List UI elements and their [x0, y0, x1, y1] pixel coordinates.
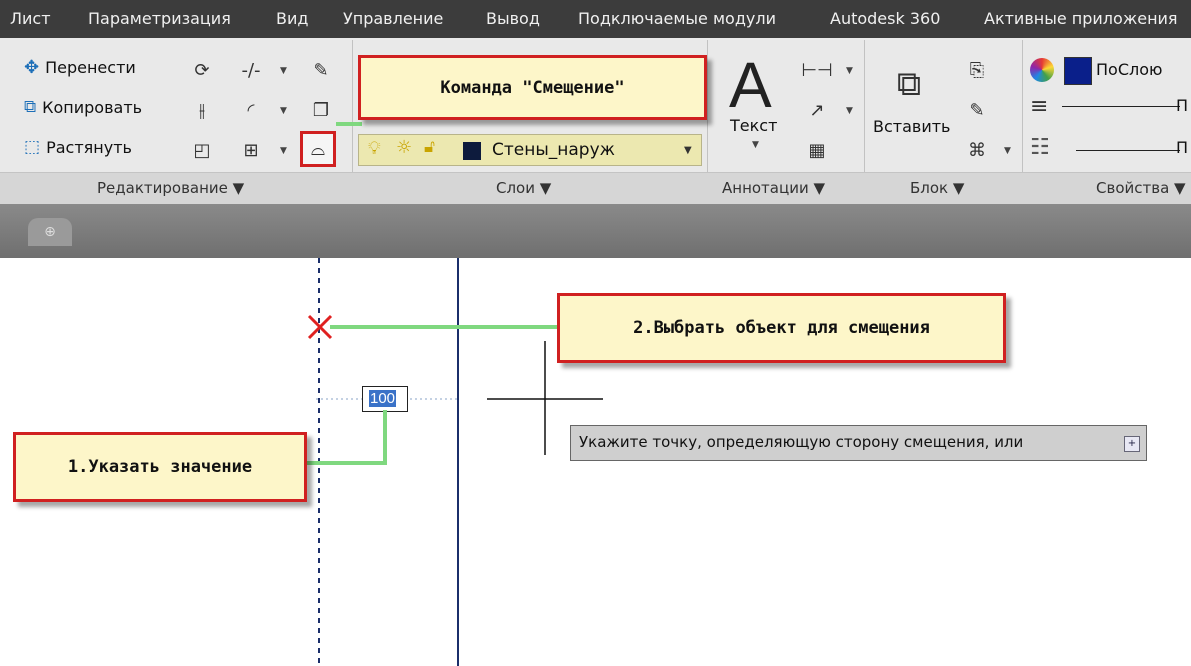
edit-block-icon[interactable]: ✎ — [962, 95, 992, 125]
text-icon[interactable]: A — [729, 48, 772, 122]
chevron-down-icon[interactable]: ▼ — [280, 106, 287, 116]
panel-title-bar: Редактирование ▼ Слои ▼ Аннотации ▼ Блок… — [0, 172, 1191, 205]
scale-icon[interactable]: ◰ — [187, 135, 217, 165]
mirror-icon[interactable]: ⫲ — [187, 95, 217, 125]
layer-color-swatch — [463, 142, 481, 160]
panel-title-properties[interactable]: Свойства ▼ — [1096, 179, 1186, 197]
array-icon[interactable]: ⊞ — [236, 135, 266, 165]
panel-title-modify[interactable]: Редактирование ▼ — [97, 179, 244, 197]
leader-line — [302, 461, 387, 465]
chevron-down-icon[interactable]: ▼ — [846, 106, 853, 116]
callout-enter-value-text: 1.Указать значение — [67, 457, 253, 477]
linetype-value[interactable]: П — [1176, 138, 1188, 157]
callout-offset-command: Команда "Смещение" — [358, 55, 707, 120]
file-tab-strip: ⊕ — [0, 204, 1191, 258]
block-attribute-icon[interactable]: ⌘ — [962, 135, 992, 165]
copy-icon: ⧉ — [24, 97, 37, 117]
dynamic-input-prompt: Укажите точку, определяющую сторону смещ… — [570, 425, 1147, 461]
offset-distance-value: 100 — [369, 390, 397, 407]
lineweight-line — [1062, 106, 1180, 107]
lineweight-icon[interactable]: ≡ — [1030, 94, 1048, 119]
linetype-line — [1076, 150, 1180, 151]
leader-line — [336, 122, 362, 126]
menu-item-parametric[interactable]: Параметризация — [88, 9, 231, 28]
chevron-down-icon[interactable]: ▼ — [1004, 146, 1011, 156]
menu-item-output[interactable]: Вывод — [486, 9, 540, 28]
stretch-icon: ⬚ — [24, 137, 41, 157]
menu-item-plugins[interactable]: Подключаемые модули — [578, 9, 776, 28]
plus-icon: ⊕ — [44, 224, 56, 240]
new-tab-button[interactable]: ⊕ — [28, 218, 72, 246]
panel-title-block[interactable]: Блок ▼ — [910, 179, 964, 197]
callout-offset-command-text: Команда "Смещение" — [440, 77, 625, 98]
stretch-label: Растянуть — [46, 137, 132, 157]
offset-distance-input[interactable]: 100 — [362, 386, 408, 412]
unlock-icon[interactable]: 🔓︎ — [424, 137, 435, 157]
lineweight-value[interactable]: П — [1176, 96, 1188, 115]
chevron-down-icon[interactable]: ▼ — [684, 145, 692, 156]
color-swatch — [1064, 57, 1092, 85]
menu-item-active-apps[interactable]: Активные приложения — [984, 9, 1178, 28]
leader-icon[interactable]: ↗ — [802, 95, 832, 125]
move-label: Перенести — [45, 58, 136, 77]
offset-icon[interactable]: ⌓ — [300, 131, 336, 167]
trim-icon[interactable]: -/- — [236, 55, 266, 85]
sun-icon[interactable]: ☼ — [396, 137, 412, 158]
linetype-icon[interactable]: ☷ — [1030, 135, 1050, 160]
move-button[interactable]: ✥ Перенести — [24, 57, 136, 78]
fillet-icon[interactable]: ◜ — [236, 95, 266, 125]
stretch-button[interactable]: ⬚ Растянуть — [24, 137, 132, 157]
panel-title-annotation[interactable]: Аннотации ▼ — [722, 179, 825, 197]
erase-icon[interactable]: ✎ — [306, 55, 336, 85]
table-icon[interactable]: ▦ — [802, 135, 832, 165]
insert-block-icon[interactable]: ⧉ — [884, 62, 934, 106]
rotate-icon[interactable]: ⟳ — [187, 55, 217, 85]
dimension-icon[interactable]: ⊢⊣ — [801, 55, 832, 85]
menu-item-sheet[interactable]: Лист — [10, 9, 51, 28]
chevron-down-icon[interactable]: ▼ — [846, 66, 853, 76]
lightbulb-icon[interactable]: 💡︎ — [368, 138, 381, 159]
panel-title-layers[interactable]: Слои ▼ — [496, 179, 551, 197]
color-wheel-icon[interactable] — [1030, 58, 1054, 82]
leader-line — [330, 325, 558, 329]
copy-button[interactable]: ⧉ Копировать — [24, 97, 142, 117]
move-icon: ✥ — [24, 57, 40, 78]
callout-select-object-text: 2.Выбрать объект для смещения — [633, 318, 930, 338]
explode-icon[interactable]: ❐ — [306, 95, 336, 125]
copy-label: Копировать — [42, 97, 143, 117]
color-value[interactable]: ПоСлою — [1096, 60, 1162, 79]
expand-options-icon[interactable]: + — [1124, 436, 1140, 452]
chevron-down-icon[interactable]: ▼ — [280, 66, 287, 76]
insert-button-label[interactable]: Вставить — [873, 117, 950, 136]
text-button-label[interactable]: Текст — [730, 116, 777, 135]
callout-select-object: 2.Выбрать объект для смещения — [557, 293, 1006, 363]
callout-enter-value: 1.Указать значение — [13, 432, 307, 502]
menu-item-manage[interactable]: Управление — [343, 9, 443, 28]
layer-name: Стены_наруж — [492, 140, 615, 160]
prompt-text: Укажите точку, определяющую сторону смещ… — [579, 433, 1024, 451]
chevron-down-icon[interactable]: ▼ — [280, 146, 287, 156]
chevron-down-icon[interactable]: ▼ — [752, 140, 759, 150]
menu-bar: Лист Параметризация Вид Управление Вывод… — [0, 0, 1191, 38]
create-block-icon[interactable]: ⎘ — [962, 55, 992, 85]
menu-item-autodesk360[interactable]: Autodesk 360 — [830, 9, 940, 28]
menu-item-view[interactable]: Вид — [276, 9, 308, 28]
leader-line — [383, 410, 387, 464]
